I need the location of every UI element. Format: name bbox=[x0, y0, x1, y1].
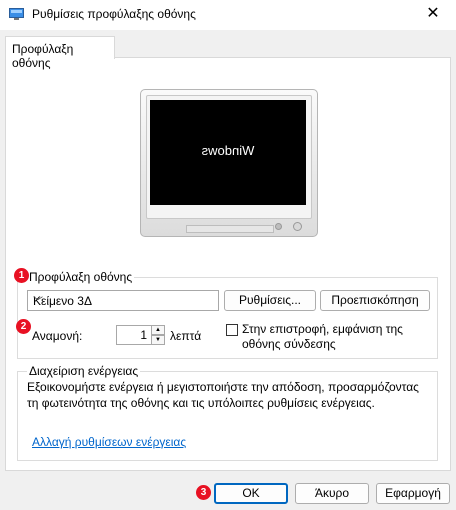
ok-button[interactable]: OK bbox=[214, 483, 288, 504]
resume-logon-label-line1: Στην επιστροφή, εμφάνιση της bbox=[242, 322, 403, 336]
monitor-power-button bbox=[293, 222, 302, 231]
spin-down-button[interactable]: ▼ bbox=[151, 335, 165, 345]
wait-spinner: ▲ ▼ bbox=[151, 325, 165, 345]
resume-logon-label-line2: οθόνης σύνδεσης bbox=[242, 337, 336, 351]
cancel-button[interactable]: Άκυρο bbox=[295, 483, 369, 504]
title-bar: Ρυθμίσεις προφύλαξης οθόνης ✕ bbox=[0, 0, 456, 30]
spin-up-button[interactable]: ▲ bbox=[151, 325, 165, 335]
wait-minutes-input[interactable]: 1 bbox=[116, 325, 152, 345]
close-icon: ✕ bbox=[426, 5, 440, 22]
chevron-down-icon: ﹀ bbox=[33, 297, 43, 308]
preview-button[interactable]: Προεπισκόπηση bbox=[320, 290, 430, 311]
monitor-power-light bbox=[275, 223, 282, 230]
close-button[interactable]: ✕ bbox=[410, 0, 456, 30]
wait-unit-label: λεπτά bbox=[170, 329, 202, 343]
screensaver-select[interactable]: Κείμενο 3Δ ﹀ bbox=[27, 290, 219, 311]
screensaver-group-label: Προφύλαξη οθόνης bbox=[27, 270, 135, 284]
apply-button[interactable]: Εφαρμογή bbox=[376, 483, 450, 504]
monitor-slot bbox=[186, 225, 274, 233]
badge-2: 2 bbox=[16, 319, 31, 334]
tab-screensaver[interactable]: Προφύλαξη οθόνης bbox=[5, 36, 115, 70]
preview-screen-text: Windows bbox=[201, 143, 255, 158]
display-settings-icon bbox=[9, 8, 24, 20]
badge-1: 1 bbox=[14, 268, 29, 283]
tab-label: Προφύλαξη οθόνης bbox=[12, 42, 74, 70]
power-group-label: Διαχείριση ενέργειας bbox=[27, 364, 141, 378]
power-description-line2: τη φωτεινότητα της οθόνης και τις υπόλοι… bbox=[27, 396, 375, 410]
resume-logon-checkbox[interactable] bbox=[226, 324, 238, 336]
settings-button[interactable]: Ρυθμίσεις... bbox=[224, 290, 316, 311]
monitor-preview: Windows bbox=[140, 89, 318, 237]
badge-3: 3 bbox=[196, 485, 211, 500]
window-title: Ρυθμίσεις προφύλαξης οθόνης bbox=[32, 7, 196, 21]
wait-minutes-value: 1 bbox=[140, 328, 147, 342]
preview-screen: Windows bbox=[150, 100, 306, 205]
wait-label: Αναμονή: bbox=[32, 329, 83, 343]
power-description-line1: Εξοικονομήστε ενέργεια ή μεγιστοποιήστε … bbox=[27, 380, 419, 394]
change-power-settings-link[interactable]: Αλλαγή ρυθμίσεων ενέργειας bbox=[32, 435, 186, 449]
